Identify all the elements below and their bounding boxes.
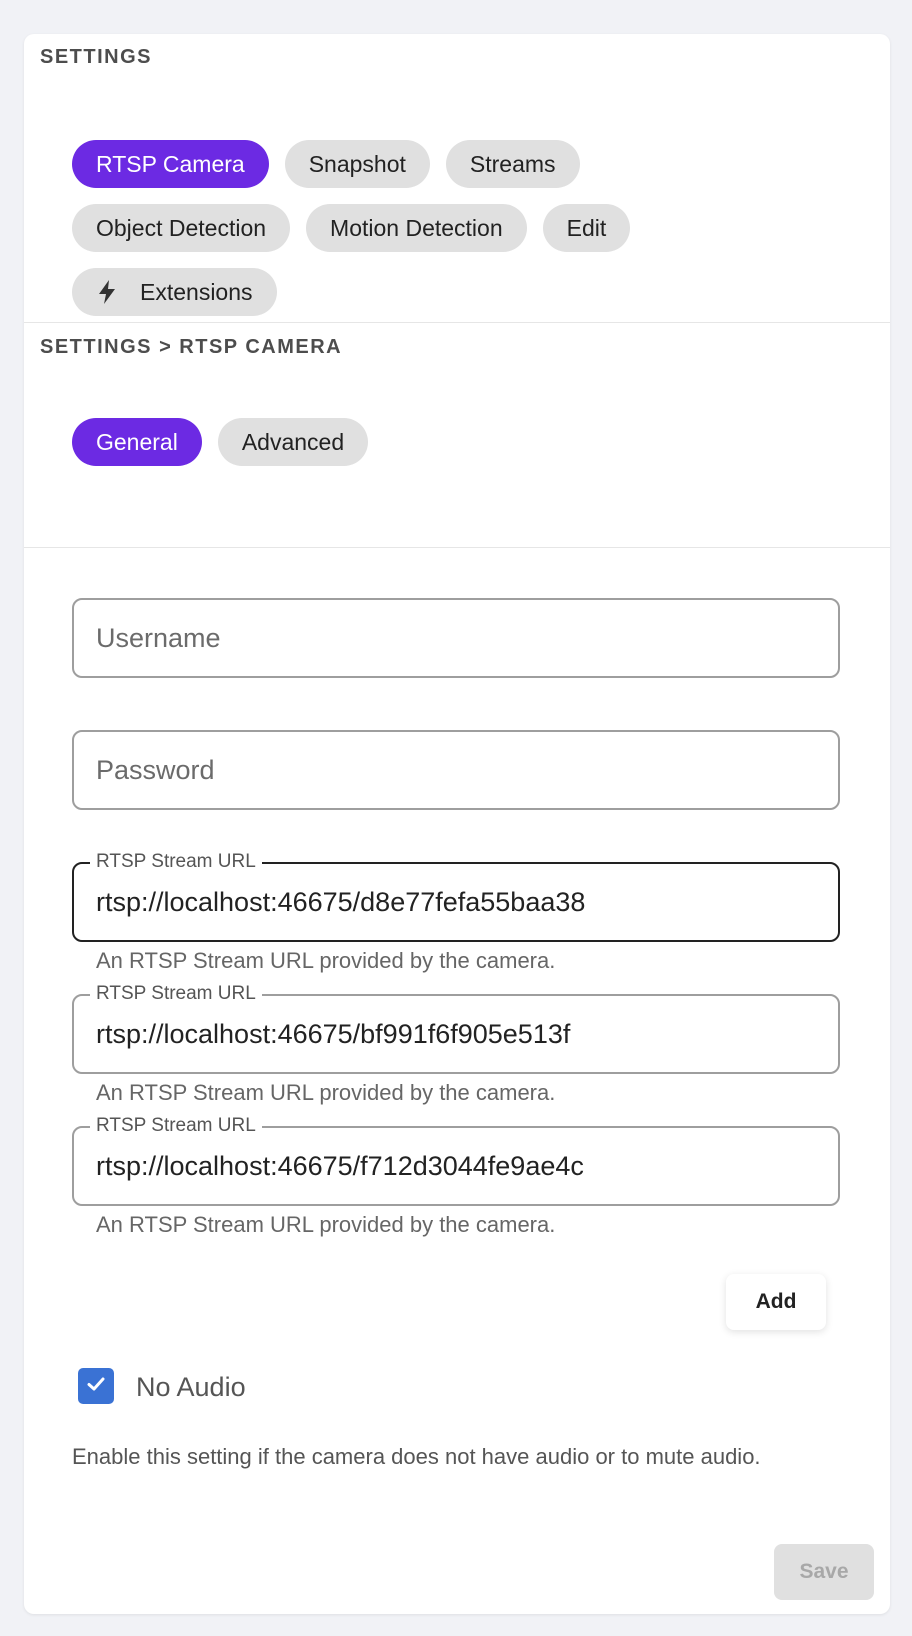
tab-label: General [96, 428, 178, 455]
tab-label: Motion Detection [330, 214, 503, 241]
rtsp-url-helper: An RTSP Stream URL provided by the camer… [96, 1212, 556, 1237]
tab-label: Extensions [140, 278, 253, 305]
check-icon [84, 1372, 108, 1401]
rtsp-url-input-3[interactable] [96, 1128, 816, 1204]
sub-tab-bar: General Advanced [72, 418, 369, 466]
tab-object-detection[interactable]: Object Detection [72, 204, 291, 252]
divider [24, 322, 890, 323]
no-audio-helper: Enable this setting if the camera does n… [72, 1444, 761, 1469]
rtsp-url-input-2[interactable] [96, 996, 816, 1072]
tab-general[interactable]: General [72, 418, 202, 466]
password-input[interactable] [96, 732, 816, 808]
main-tab-bar: RTSP Camera Snapshot Streams Object Dete… [72, 140, 812, 316]
password-field [72, 730, 840, 810]
rtsp-url-field-1: RTSP Stream URL [72, 850, 840, 942]
username-field [72, 598, 840, 678]
tab-edit[interactable]: Edit [542, 204, 631, 252]
no-audio-label[interactable]: No Audio [136, 1368, 246, 1406]
rtsp-url-field-2: RTSP Stream URL [72, 982, 840, 1074]
settings-header: SETTINGS [40, 46, 153, 68]
tab-label: Snapshot [308, 150, 406, 177]
tab-snapshot[interactable]: Snapshot [284, 140, 430, 188]
save-button[interactable]: Save [774, 1544, 874, 1600]
breadcrumb: SETTINGS > RTSP CAMERA [40, 336, 343, 358]
tab-rtsp-camera[interactable]: RTSP Camera [72, 140, 269, 188]
tab-streams[interactable]: Streams [445, 140, 580, 188]
tab-label: RTSP Camera [96, 150, 245, 177]
tab-label: Streams [469, 150, 556, 177]
rtsp-url-input-1[interactable] [96, 864, 816, 940]
tab-label: Edit [566, 214, 607, 241]
username-input[interactable] [96, 600, 816, 676]
rtsp-url-helper: An RTSP Stream URL provided by the camer… [96, 948, 556, 973]
divider [24, 547, 890, 548]
settings-card: SETTINGS RTSP Camera Snapshot Streams Ob… [24, 34, 890, 1614]
tab-motion-detection[interactable]: Motion Detection [306, 204, 527, 252]
tab-advanced[interactable]: Advanced [217, 418, 369, 466]
tab-label: Advanced [241, 428, 345, 455]
bolt-icon [96, 279, 118, 305]
add-button[interactable]: Add [726, 1274, 826, 1330]
no-audio-checkbox[interactable] [78, 1368, 114, 1404]
tab-label: Object Detection [96, 214, 267, 241]
rtsp-url-field-3: RTSP Stream URL [72, 1114, 840, 1206]
tab-extensions[interactable]: Extensions [72, 268, 277, 316]
rtsp-url-helper: An RTSP Stream URL provided by the camer… [96, 1080, 556, 1105]
